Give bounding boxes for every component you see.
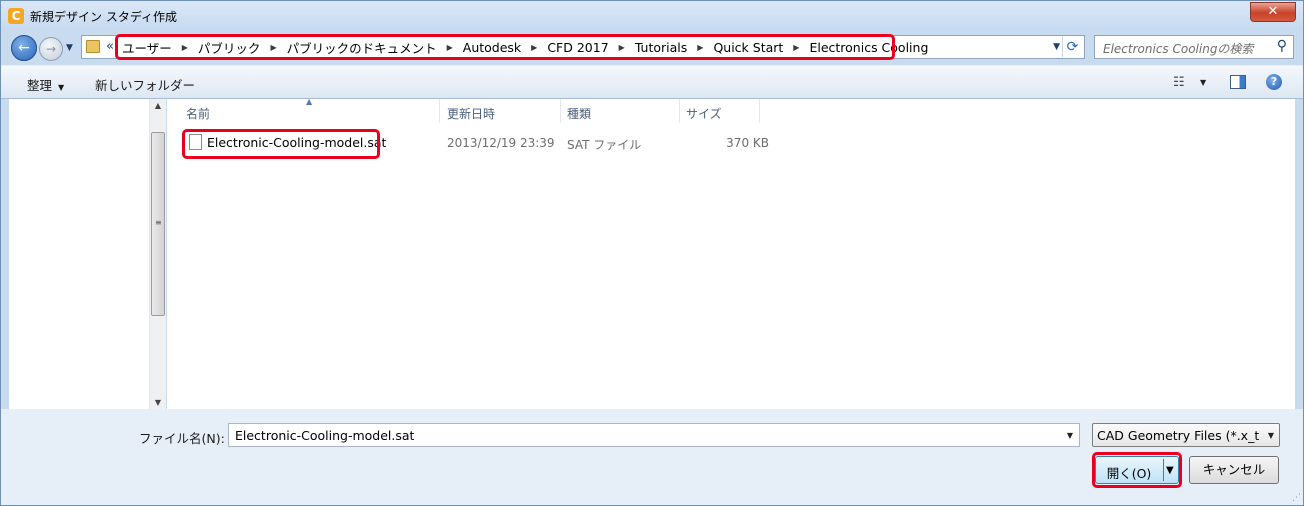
cancel-button[interactable]: キャンセル (1189, 456, 1279, 484)
breadcrumb-item[interactable]: Electronics Cooling (805, 40, 932, 55)
sort-ascending-icon: ▲ (306, 97, 313, 106)
open-options-chevron-icon[interactable]: ▼ (1166, 465, 1174, 476)
navigation-pane[interactable] (9, 99, 149, 409)
column-divider[interactable] (439, 99, 440, 123)
breadcrumb-item[interactable]: Quick Start (709, 40, 787, 55)
breadcrumb-arrow-icon[interactable]: ▶ (787, 43, 805, 52)
chevron-down-icon[interactable]: ▼ (1200, 78, 1206, 87)
breadcrumb-arrow-icon[interactable]: ▶ (176, 43, 194, 52)
recent-locations-chevron-icon[interactable]: ▼ (66, 43, 73, 53)
organize-button[interactable]: 整理 ▼ (27, 75, 64, 94)
preview-pane-icon[interactable] (1230, 75, 1246, 89)
file-name: Electronic-Cooling-model.sat (207, 135, 387, 150)
help-icon[interactable]: ? (1266, 74, 1282, 90)
file-size: 370 KB (726, 136, 769, 150)
breadcrumb-arrow-icon[interactable]: ▶ (525, 43, 543, 52)
filename-label: ファイル名(N): (139, 431, 225, 446)
column-header-type[interactable]: 種類 (567, 105, 591, 122)
navigation-bar: ← → ▼ « ユーザー ▶ パブリック ▶ パブリックのドキュメント ▶ Au… (1, 31, 1303, 63)
open-button-label: 開く(O) (1106, 466, 1152, 481)
breadcrumb-item[interactable]: CFD 2017 (543, 40, 612, 55)
filename-value: Electronic-Cooling-model.sat (235, 428, 415, 443)
window-title: 新規デザイン スタディ作成 (30, 10, 177, 24)
file-list: ▲ 名前 更新日時 種類 サイズ Electronic-Cooling-mode… (167, 97, 1295, 409)
file-date: 2013/12/19 23:39 (447, 136, 555, 150)
column-divider[interactable] (560, 99, 561, 123)
dialog-footer: ファイル名(N): Electronic-Cooling-model.sat ▼… (1, 409, 1303, 505)
scroll-up-arrow-icon[interactable]: ▲ (150, 101, 166, 110)
column-header-date[interactable]: 更新日時 (447, 105, 495, 122)
close-button[interactable]: ✕ (1250, 2, 1296, 22)
search-icon[interactable]: ⚲ (1277, 38, 1287, 54)
forward-arrow-icon[interactable]: → (39, 37, 63, 61)
file-type: SAT ファイル (567, 138, 642, 152)
open-button[interactable]: 開く(O) ▼ (1095, 456, 1179, 484)
filename-input[interactable]: Electronic-Cooling-model.sat ▼ (228, 423, 1080, 447)
breadcrumb-item[interactable]: パブリック (194, 38, 265, 57)
breadcrumb-arrow-icon[interactable]: ▶ (613, 43, 631, 52)
document-icon (189, 134, 202, 150)
column-header-name[interactable]: 名前 (186, 105, 210, 122)
app-icon: C (8, 8, 24, 24)
breadcrumb-arrow-icon[interactable]: ▶ (691, 43, 709, 52)
search-placeholder: Electronics Coolingの検索 (1103, 42, 1254, 56)
breadcrumb-arrow-icon[interactable]: ▶ (441, 43, 459, 52)
open-file-dialog: C 新規デザイン スタディ作成 ✕ ← → ▼ « ユーザー ▶ パブリック ▶… (0, 0, 1304, 506)
chevron-down-icon: ▼ (58, 83, 65, 92)
new-folder-button[interactable]: 新しいフォルダー (95, 75, 195, 94)
file-row[interactable]: Electronic-Cooling-model.sat 2013/12/19 … (183, 132, 783, 154)
title-bar: C 新規デザイン スタディ作成 ✕ (1, 1, 1303, 31)
folder-icon (86, 40, 100, 53)
breadcrumb: ユーザー ▶ パブリック ▶ パブリックのドキュメント ▶ Autodesk ▶… (118, 36, 932, 58)
file-type-filter-value: CAD Geometry Files (*.x_t * (1097, 428, 1259, 443)
breadcrumb-arrow-icon[interactable]: ▶ (264, 43, 282, 52)
column-divider[interactable] (759, 99, 760, 123)
scrollbar-thumb[interactable]: ≡ (151, 132, 165, 316)
chevron-down-icon[interactable]: ▼ (1268, 431, 1274, 440)
scroll-down-arrow-icon[interactable]: ▼ (150, 398, 166, 407)
grip-icon: ≡ (155, 218, 162, 227)
search-input[interactable]: Electronics Coolingの検索 ⚲ (1094, 35, 1294, 59)
breadcrumb-item[interactable]: Autodesk (459, 40, 525, 55)
organize-label: 整理 (27, 78, 53, 93)
breadcrumb-item[interactable]: パブリックのドキュメント (283, 38, 441, 57)
view-options-icon[interactable]: ☷ (1173, 75, 1185, 90)
file-type-filter-select[interactable]: CAD Geometry Files (*.x_t * ▼ (1092, 423, 1280, 447)
chevron-down-icon[interactable]: ▼ (1067, 431, 1073, 440)
column-divider[interactable] (679, 99, 680, 123)
navigation-scrollbar[interactable]: ▲ ≡ ▼ (149, 99, 166, 409)
resize-grip-icon[interactable]: ⋰ (1292, 493, 1301, 503)
refresh-icon[interactable]: ⟳ (1062, 37, 1082, 57)
column-header-size[interactable]: サイズ (686, 105, 722, 122)
address-dropdown-icon[interactable]: ▼ (1053, 42, 1060, 52)
address-overflow-chevron[interactable]: « (106, 39, 114, 54)
breadcrumb-item[interactable]: ユーザー (118, 38, 176, 57)
address-bar[interactable]: « ユーザー ▶ パブリック ▶ パブリックのドキュメント ▶ Autodesk… (81, 35, 1085, 59)
breadcrumb-item[interactable]: Tutorials (631, 40, 691, 55)
split-divider (1163, 459, 1164, 481)
back-arrow-icon[interactable]: ← (11, 35, 37, 61)
command-toolbar: 整理 ▼ 新しいフォルダー ☷ ▼ ? (1, 65, 1303, 99)
